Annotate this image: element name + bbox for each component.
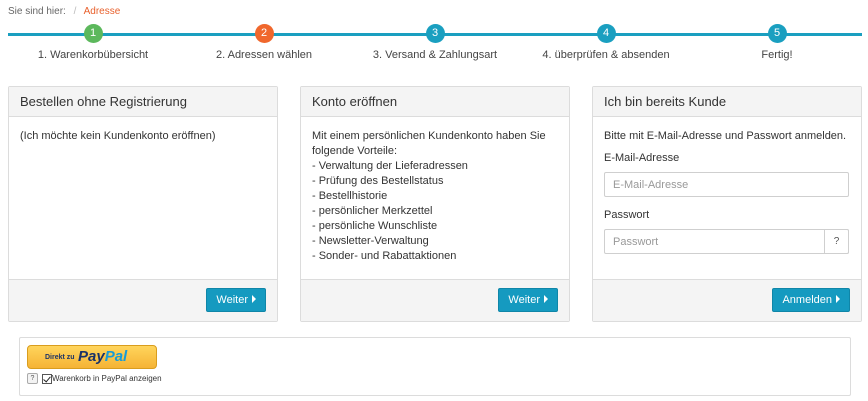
- step-5-circle: 5: [767, 24, 787, 43]
- login-panel-footer: Anmelden: [593, 279, 861, 321]
- breadcrumb: Sie sind hier: / Adresse: [8, 6, 120, 17]
- guest-checkout-panel: Bestellen ohne Registrierung (Ich möchte…: [8, 86, 278, 322]
- step-1-circle: 1: [83, 24, 103, 43]
- paypal-express-button[interactable]: Direkt zu PayPal: [27, 345, 157, 369]
- paypal-button-prefix: Direkt zu: [45, 354, 75, 361]
- guest-continue-button[interactable]: Weiter: [206, 288, 266, 312]
- paypal-logo: PayPal: [78, 348, 127, 365]
- step-5-label: Fertig!: [761, 49, 793, 61]
- guest-continue-label: Weiter: [216, 294, 248, 306]
- step-4: 4 4. überprüfen & absenden: [521, 24, 691, 61]
- guest-panel-text: (Ich möchte kein Kundenkonto eröffnen): [20, 130, 216, 142]
- benefit-item: - persönlicher Merkzettel: [312, 205, 433, 217]
- benefit-item: - Sonder- und Rabattaktionen: [312, 250, 457, 262]
- register-intro: Mit einem persönlichen Kundenkonto haben…: [312, 130, 546, 157]
- benefit-item: - Prüfung des Bestellstatus: [312, 175, 444, 187]
- step-4-circle: 4: [596, 24, 616, 43]
- register-continue-button[interactable]: Weiter: [498, 288, 558, 312]
- benefit-item: - persönliche Wunschliste: [312, 220, 438, 232]
- caret-right-icon: [836, 295, 840, 303]
- breadcrumb-prefix: Sie sind hier:: [8, 6, 66, 17]
- step-1-label: 1. Warenkorbübersicht: [37, 49, 149, 61]
- login-intro: Bitte mit E-Mail-Adresse und Passwort an…: [604, 130, 847, 142]
- step-3-label: 3. Versand & Zahlungsart: [372, 49, 498, 61]
- benefit-list: - Verwaltung der Lieferadressen - Prüfun…: [312, 159, 558, 264]
- password-row: ?: [604, 229, 849, 254]
- breadcrumb-current[interactable]: Adresse: [84, 6, 121, 17]
- paypal-express-box: Direkt zu PayPal ? Warenkorb in PayPal an…: [19, 337, 851, 396]
- step-2: 2 2. Adressen wählen: [179, 24, 349, 61]
- step-2-label: 2. Adressen wählen: [215, 49, 312, 61]
- password-label: Passwort: [604, 209, 650, 221]
- caret-right-icon: [252, 295, 256, 303]
- login-panel-title: Ich bin bereits Kunde: [593, 87, 861, 117]
- paypal-logo-pal: Pal: [104, 348, 128, 365]
- paypal-cart-option: ? Warenkorb in PayPal anzeigen: [27, 373, 162, 385]
- benefit-item: - Bestellhistorie: [312, 190, 388, 202]
- paypal-help-icon[interactable]: ?: [27, 373, 38, 384]
- register-continue-label: Weiter: [508, 294, 540, 306]
- breadcrumb-separator: /: [73, 6, 77, 17]
- step-3: 3 3. Versand & Zahlungsart: [350, 24, 520, 61]
- password-input[interactable]: [604, 229, 849, 254]
- guest-panel-footer: Weiter: [9, 279, 277, 321]
- paypal-cart-label[interactable]: Warenkorb in PayPal anzeigen: [52, 374, 162, 383]
- register-panel-footer: Weiter: [301, 279, 569, 321]
- step-2-circle: 2: [254, 24, 274, 43]
- step-3-circle: 3: [425, 24, 445, 43]
- email-label: E-Mail-Adresse: [604, 152, 680, 164]
- step-1[interactable]: 1 1. Warenkorbübersicht: [8, 24, 178, 61]
- register-panel-title: Konto eröffnen: [301, 87, 569, 117]
- login-button-label: Anmelden: [782, 294, 832, 306]
- paypal-cart-checkbox[interactable]: [42, 373, 52, 384]
- paypal-logo-pay: Pay: [78, 348, 105, 365]
- email-input[interactable]: [604, 172, 849, 197]
- step-5: 5 Fertig!: [692, 24, 862, 61]
- password-help-button[interactable]: ?: [824, 229, 849, 254]
- benefit-item: - Newsletter-Verwaltung: [312, 235, 429, 247]
- step-4-label: 4. überprüfen & absenden: [542, 49, 670, 61]
- checkout-progress: 1 1. Warenkorbübersicht 2 2. Adressen wä…: [0, 24, 868, 66]
- login-button[interactable]: Anmelden: [772, 288, 850, 312]
- benefit-item: - Verwaltung der Lieferadressen: [312, 160, 468, 172]
- caret-right-icon: [544, 295, 548, 303]
- guest-panel-title: Bestellen ohne Registrierung: [9, 87, 277, 117]
- create-account-panel: Konto eröffnen Mit einem persönlichen Ku…: [300, 86, 570, 322]
- login-panel: Ich bin bereits Kunde Bitte mit E-Mail-A…: [592, 86, 862, 322]
